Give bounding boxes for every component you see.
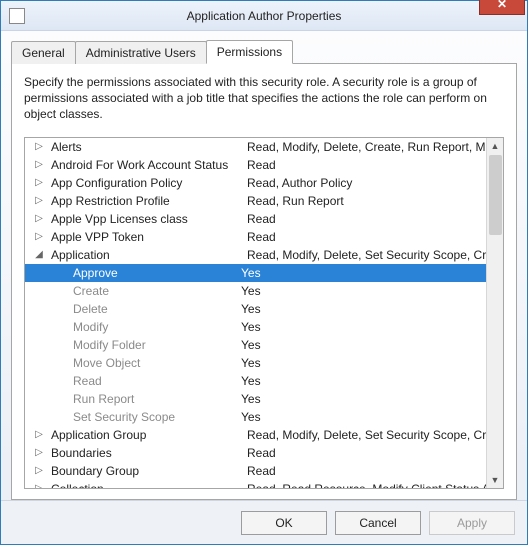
expand-icon[interactable]: ▷ <box>33 426 45 444</box>
tree-row[interactable]: ▷ Boundary GroupRead <box>25 462 486 480</box>
tree-row[interactable]: ▷ AlertsRead, Modify, Delete, Create, Run… <box>25 138 486 156</box>
permission-value: Yes <box>241 372 486 390</box>
expand-icon[interactable]: ▷ <box>33 444 45 462</box>
cancel-button[interactable]: Cancel <box>335 511 421 535</box>
scroll-up-button[interactable]: ▲ <box>487 138 504 155</box>
expand-icon[interactable]: ▷ <box>33 174 45 192</box>
permission-value: Read, Modify, Delete, Set Security Scope… <box>247 426 486 444</box>
tree-row[interactable]: ReadYes <box>25 372 486 390</box>
tab-panel-permissions: Specify the permissions associated with … <box>11 63 517 500</box>
chevron-up-icon: ▲ <box>491 141 500 151</box>
expand-icon[interactable]: ▷ <box>33 462 45 480</box>
permission-value: Read, Read Resource, Modify Client Statu… <box>247 480 486 488</box>
permission-name: Collection <box>51 480 247 488</box>
dialog-window: Application Author Properties ✕ General … <box>0 0 528 545</box>
expand-icon[interactable]: ▷ <box>33 480 45 488</box>
tree-row[interactable]: Set Security ScopeYes <box>25 408 486 426</box>
tree-row[interactable]: DeleteYes <box>25 300 486 318</box>
permission-name: Read <box>73 372 241 390</box>
permission-name: Modify <box>73 318 241 336</box>
collapse-icon[interactable]: ◢ <box>33 246 45 264</box>
permission-name: Delete <box>73 300 241 318</box>
permission-name: Move Object <box>73 354 241 372</box>
permission-value: Read, Run Report <box>247 192 486 210</box>
ok-button[interactable]: OK <box>241 511 327 535</box>
tree-row[interactable]: ▷ Android For Work Account StatusRead <box>25 156 486 174</box>
tab-strip: General Administrative Users Permissions <box>11 39 517 63</box>
permission-value: Yes <box>241 300 486 318</box>
scroll-down-button[interactable]: ▼ <box>487 471 504 488</box>
tree-row[interactable]: ▷ Apple Vpp Licenses classRead <box>25 210 486 228</box>
tree-row[interactable]: ▷ CollectionRead, Read Resource, Modify C… <box>25 480 486 488</box>
permission-value: Yes <box>241 390 486 408</box>
permission-name: Approve <box>73 264 241 282</box>
tree-row[interactable]: ModifyYes <box>25 318 486 336</box>
tab-permissions[interactable]: Permissions <box>206 40 293 64</box>
close-icon: ✕ <box>497 0 507 11</box>
scroll-thumb[interactable] <box>489 155 502 235</box>
tree-row[interactable]: ◢ ApplicationRead, Modify, Delete, Set Se… <box>25 246 486 264</box>
permission-name: Application <box>51 246 247 264</box>
permission-name: App Configuration Policy <box>51 174 247 192</box>
expand-icon[interactable]: ▷ <box>33 192 45 210</box>
vertical-scrollbar[interactable]: ▲ ▼ <box>486 138 503 488</box>
tree-row[interactable]: ▷ BoundariesRead <box>25 444 486 462</box>
permission-value: Read, Author Policy <box>247 174 486 192</box>
permissions-tree-container: ▷ AlertsRead, Modify, Delete, Create, Run… <box>24 137 504 489</box>
permission-value: Yes <box>241 264 486 282</box>
permissions-tree[interactable]: ▷ AlertsRead, Modify, Delete, Create, Run… <box>25 138 486 488</box>
expand-icon[interactable]: ▷ <box>33 156 45 174</box>
button-bar: OK Cancel Apply <box>1 500 527 544</box>
permission-value: Read <box>247 444 486 462</box>
expand-icon[interactable]: ▷ <box>33 210 45 228</box>
description-text: Specify the permissions associated with … <box>24 74 504 123</box>
permission-name: Apple VPP Token <box>51 228 247 246</box>
titlebar[interactable]: Application Author Properties ✕ <box>1 1 527 31</box>
permission-value: Read, Modify, Delete, Set Security Scope… <box>247 246 486 264</box>
scroll-track[interactable] <box>487 155 504 471</box>
permission-name: Boundaries <box>51 444 247 462</box>
permission-name: Application Group <box>51 426 247 444</box>
permission-value: Read <box>247 156 486 174</box>
client-area: General Administrative Users Permissions… <box>1 31 527 500</box>
permission-name: Boundary Group <box>51 462 247 480</box>
close-button[interactable]: ✕ <box>479 0 525 15</box>
permission-name: Create <box>73 282 241 300</box>
permission-value: Read <box>247 210 486 228</box>
permission-value: Yes <box>241 318 486 336</box>
tree-row[interactable]: Move ObjectYes <box>25 354 486 372</box>
tree-row[interactable]: ▷ Application GroupRead, Modify, Delete, … <box>25 426 486 444</box>
expand-icon[interactable]: ▷ <box>33 138 45 156</box>
permission-name: App Restriction Profile <box>51 192 247 210</box>
tree-row[interactable]: ApproveYes <box>25 264 486 282</box>
permission-name: Run Report <box>73 390 241 408</box>
tree-row[interactable]: Modify FolderYes <box>25 336 486 354</box>
permission-value: Yes <box>241 408 486 426</box>
permission-name: Alerts <box>51 138 247 156</box>
window-title: Application Author Properties <box>1 9 527 23</box>
permission-value: Yes <box>241 336 486 354</box>
permission-name: Modify Folder <box>73 336 241 354</box>
tree-row[interactable]: Run ReportYes <box>25 390 486 408</box>
tab-general[interactable]: General <box>11 41 76 64</box>
tree-row[interactable]: ▷ App Restriction ProfileRead, Run Report <box>25 192 486 210</box>
permission-value: Read, Modify, Delete, Create, Run Report… <box>247 138 486 156</box>
tree-row[interactable]: CreateYes <box>25 282 486 300</box>
permission-value: Yes <box>241 354 486 372</box>
permission-value: Read <box>247 462 486 480</box>
permission-value: Read <box>247 228 486 246</box>
tree-row[interactable]: ▷ App Configuration PolicyRead, Author Po… <box>25 174 486 192</box>
permission-value: Yes <box>241 282 486 300</box>
tree-row[interactable]: ▷ Apple VPP TokenRead <box>25 228 486 246</box>
chevron-down-icon: ▼ <box>491 475 500 485</box>
permission-name: Apple Vpp Licenses class <box>51 210 247 228</box>
permission-name: Set Security Scope <box>73 408 241 426</box>
permission-name: Android For Work Account Status <box>51 156 247 174</box>
tab-administrative-users[interactable]: Administrative Users <box>75 41 207 64</box>
expand-icon[interactable]: ▷ <box>33 228 45 246</box>
apply-button: Apply <box>429 511 515 535</box>
